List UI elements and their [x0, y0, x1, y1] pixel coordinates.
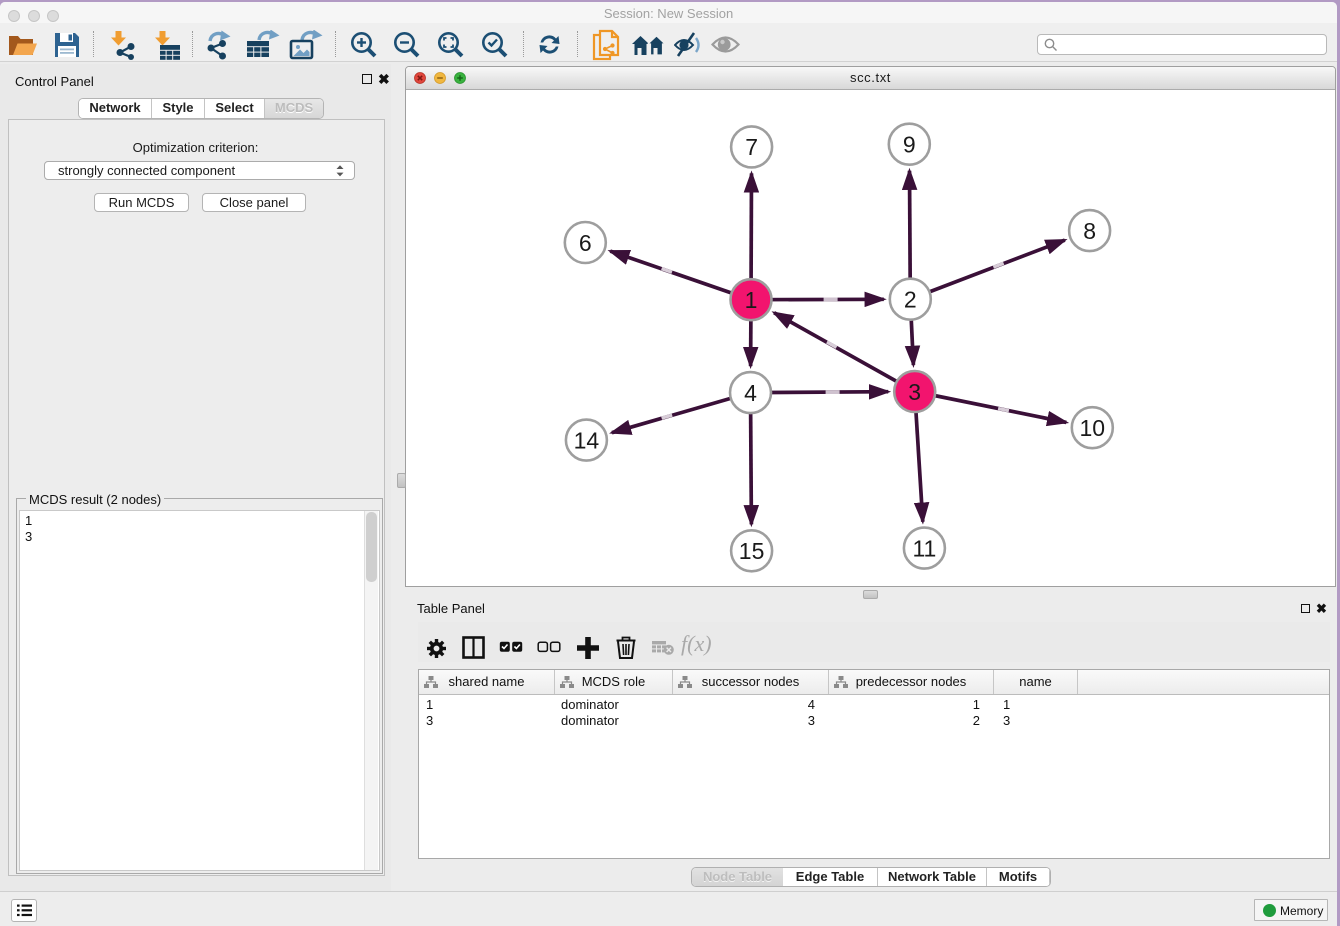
svg-text:9: 9: [903, 132, 916, 158]
svg-text:6: 6: [579, 230, 592, 256]
svg-text:3: 3: [908, 379, 921, 405]
svg-text:2: 2: [904, 287, 917, 313]
svg-text:15: 15: [739, 538, 765, 564]
svg-text:7: 7: [745, 134, 758, 160]
svg-text:11: 11: [912, 535, 936, 561]
svg-text:10: 10: [1080, 415, 1106, 441]
svg-text:14: 14: [574, 427, 600, 453]
svg-text:8: 8: [1083, 218, 1096, 244]
svg-text:1: 1: [745, 287, 758, 313]
svg-text:4: 4: [744, 380, 757, 406]
